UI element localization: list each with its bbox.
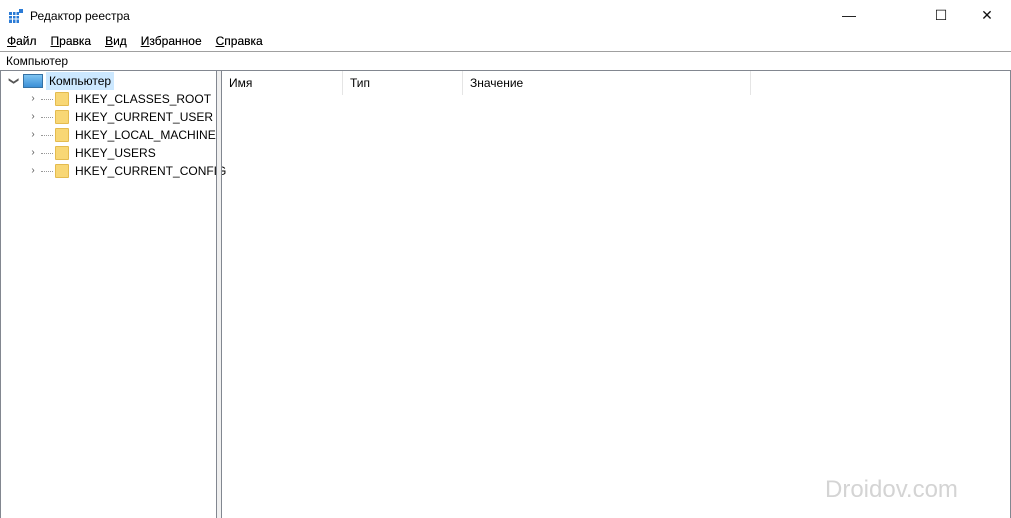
menu-bar: Файл Файл Правка Правка Вид Вид Избранное Из… xyxy=(0,32,1011,51)
tree-node-hku[interactable]: › HKEY_USERS xyxy=(27,144,156,162)
tree-node-hkcr[interactable]: › HKEY_CLASSES_ROOT xyxy=(27,90,211,108)
menu-label: Избранное xyxy=(140,34,202,48)
menu-label: Правка xyxy=(50,34,92,48)
address-bar[interactable]: Компьютер xyxy=(0,51,1011,71)
minimize-button[interactable]: — xyxy=(826,0,872,30)
menu-view[interactable]: Вид Вид xyxy=(98,32,134,51)
values-pane[interactable]: Имя Тип Значение xyxy=(221,71,1011,518)
tree-node-label: Компьютер xyxy=(46,72,115,90)
folder-icon xyxy=(55,146,69,160)
column-header-name[interactable]: Имя xyxy=(222,71,343,95)
chevron-right-icon[interactable]: › xyxy=(27,108,39,126)
maximize-button[interactable]: ☐ xyxy=(918,0,964,30)
tree-pane[interactable]: ❯ Компьютер › HKEY_CLASSES_ROOT › HKEY_CUR… xyxy=(0,71,226,518)
tree-line xyxy=(41,116,53,118)
close-button[interactable]: ✕ xyxy=(964,0,1010,30)
tree-node-label: HKEY_CURRENT_CONFIG xyxy=(75,164,227,178)
tree-node-hkcc[interactable]: › HKEY_CURRENT_CONFIG xyxy=(27,162,226,180)
tree-line xyxy=(41,170,53,172)
menu-label: Вид xyxy=(105,34,127,48)
tree-line xyxy=(41,134,53,136)
menu-help[interactable]: Справка Справка xyxy=(209,32,270,51)
menu-label: Справка xyxy=(215,34,263,48)
tree-node-hklm[interactable]: › HKEY_LOCAL_MACHINE xyxy=(27,126,216,144)
chevron-right-icon[interactable]: › xyxy=(27,90,39,108)
regedit-icon xyxy=(9,9,23,23)
column-header-value[interactable]: Значение xyxy=(463,71,751,95)
menu-label: Файл xyxy=(7,34,37,48)
menu-edit[interactable]: Правка Правка xyxy=(44,32,99,51)
folder-icon xyxy=(55,164,69,178)
folder-icon xyxy=(55,92,69,106)
window-title: Редактор реестра xyxy=(30,9,130,23)
column-header-type[interactable]: Тип xyxy=(343,71,463,95)
tree-node-label: HKEY_LOCAL_MACHINE xyxy=(75,128,216,142)
tree-node-computer[interactable]: ❯ Компьютер xyxy=(4,72,115,90)
tree-line xyxy=(41,98,53,100)
tree-line xyxy=(41,152,53,154)
watermark: Droidov.com xyxy=(825,476,958,503)
folder-icon xyxy=(55,128,69,142)
chevron-right-icon[interactable]: › xyxy=(27,162,39,180)
chevron-right-icon[interactable]: › xyxy=(27,126,39,144)
folder-icon xyxy=(55,110,69,124)
title-bar: Редактор реестра — ☐ ✕ xyxy=(0,0,1011,32)
chevron-down-icon[interactable]: ❯ xyxy=(4,75,22,87)
tree-node-label: HKEY_CURRENT_USER xyxy=(75,110,214,124)
tree-node-label: HKEY_USERS xyxy=(75,146,156,160)
menu-file[interactable]: Файл Файл xyxy=(0,32,44,51)
tree-node-label: HKEY_CLASSES_ROOT xyxy=(75,92,212,106)
chevron-right-icon[interactable]: › xyxy=(27,144,39,162)
computer-icon xyxy=(23,74,43,88)
menu-favorites[interactable]: Избранное Избранное xyxy=(134,32,209,51)
tree-node-hkcu[interactable]: › HKEY_CURRENT_USER xyxy=(27,108,213,126)
